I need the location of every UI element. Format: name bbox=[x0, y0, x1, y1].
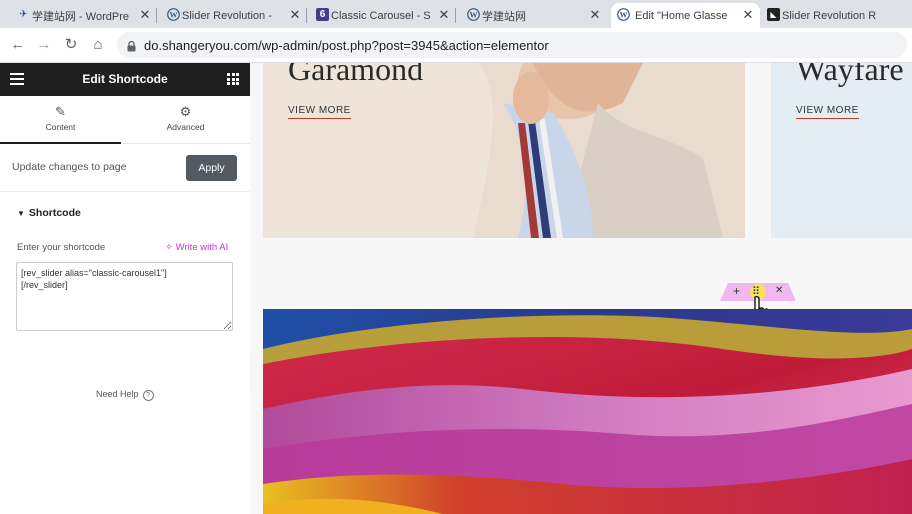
update-changes-text: Update changes to page bbox=[12, 161, 127, 173]
slider-image bbox=[263, 309, 912, 514]
view-more-link[interactable]: VIEW MORE bbox=[796, 105, 859, 119]
delete-section-icon[interactable]: ✕ bbox=[775, 285, 783, 296]
panel-header: Edit Shortcode bbox=[0, 63, 250, 96]
need-help-link[interactable]: Need Help? bbox=[96, 389, 154, 401]
card-title: Wayfare bbox=[796, 63, 904, 87]
model-photo bbox=[263, 63, 745, 238]
shortcode-field-label: Enter your shortcode bbox=[17, 242, 106, 253]
url-text: do.shangeryou.com/wp-admin/post.php?post… bbox=[144, 38, 549, 53]
svg-text:W: W bbox=[470, 11, 478, 20]
browser-tab[interactable]: ✈ 学建站网 - WordPre ✕ bbox=[14, 3, 157, 28]
apply-button[interactable]: Apply bbox=[186, 155, 237, 181]
product-card: Garamond VIEW MORE bbox=[263, 63, 745, 238]
close-icon[interactable]: ✕ bbox=[741, 7, 755, 23]
home-icon[interactable]: ⌂ bbox=[89, 36, 107, 54]
sparkle-icon: ✧ bbox=[165, 242, 173, 253]
back-icon[interactable]: ← bbox=[9, 36, 27, 54]
tab-advanced[interactable]: ⚙ Advanced bbox=[125, 96, 246, 142]
panel-tabs: ✎ Content ⚙ Advanced bbox=[0, 96, 250, 144]
gear-icon: ⚙ bbox=[179, 104, 192, 119]
elementor-panel: Edit Shortcode ✎ Content ⚙ Advanced Upda… bbox=[0, 63, 251, 514]
browser-tab-strip: ✈ 学建站网 - WordPre ✕ W Slider Revolution -… bbox=[0, 0, 912, 28]
widgets-grid-icon[interactable] bbox=[227, 73, 239, 85]
svg-text:W: W bbox=[620, 11, 628, 20]
xuejian-icon: ✈ bbox=[19, 9, 28, 20]
preview-canvas: Garamond VIEW MORE Wayfare VIEW MORE + ⠿… bbox=[250, 63, 912, 514]
browser-tab[interactable]: W Slider Revolution - ✕ bbox=[164, 3, 307, 28]
browser-tab[interactable]: ◣ Slider Revolution R bbox=[764, 3, 912, 28]
shortcode-textarea[interactable] bbox=[16, 262, 233, 331]
pencil-icon: ✎ bbox=[55, 104, 66, 119]
section-shortcode-toggle[interactable]: ▼ Shortcode bbox=[17, 207, 81, 219]
browser-tab[interactable]: W 学建站网 ✕ bbox=[464, 3, 607, 28]
divider bbox=[0, 191, 250, 192]
close-icon[interactable]: ✕ bbox=[288, 7, 302, 23]
close-icon[interactable]: ✕ bbox=[588, 7, 602, 23]
browser-toolbar: ← → ↻ ⌂ do.shangeryou.com/wp-admin/post.… bbox=[0, 28, 912, 63]
product-card: Wayfare VIEW MORE bbox=[771, 63, 912, 238]
six-icon: 6 bbox=[316, 8, 329, 21]
slider-preview bbox=[263, 309, 912, 514]
forward-icon[interactable]: → bbox=[35, 36, 53, 54]
browser-tab-active[interactable]: W Edit "Home Glasse ✕ bbox=[611, 3, 760, 28]
wordpress-icon: W bbox=[467, 8, 480, 21]
view-more-link[interactable]: VIEW MORE bbox=[288, 105, 351, 119]
caret-down-icon: ▼ bbox=[17, 209, 25, 218]
wordpress-icon: W bbox=[617, 8, 630, 21]
address-bar[interactable]: do.shangeryou.com/wp-admin/post.php?post… bbox=[117, 32, 907, 58]
browser-tab[interactable]: 6 Classic Carousel - S ✕ bbox=[313, 3, 456, 28]
add-section-icon[interactable]: + bbox=[733, 284, 740, 298]
help-icon: ? bbox=[142, 390, 154, 401]
svg-text:W: W bbox=[170, 11, 178, 20]
close-icon[interactable]: ✕ bbox=[138, 7, 152, 23]
write-with-ai-button[interactable]: ✧ Write with AI bbox=[165, 242, 228, 253]
reload-icon[interactable]: ↻ bbox=[62, 36, 80, 54]
slider-revolution-icon: ◣ bbox=[767, 8, 780, 21]
card-title: Garamond bbox=[288, 63, 424, 87]
close-icon[interactable]: ✕ bbox=[437, 7, 451, 23]
lock-icon bbox=[127, 39, 136, 52]
tab-content[interactable]: ✎ Content bbox=[0, 96, 121, 144]
panel-title: Edit Shortcode bbox=[82, 72, 168, 86]
wordpress-icon: W bbox=[167, 8, 180, 21]
